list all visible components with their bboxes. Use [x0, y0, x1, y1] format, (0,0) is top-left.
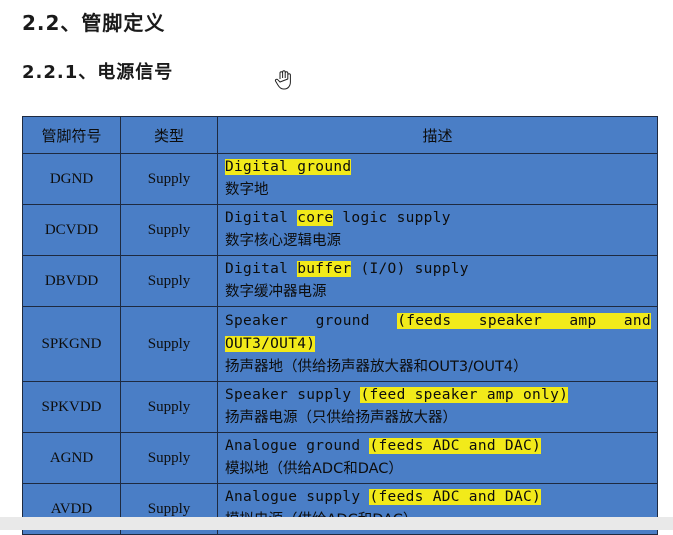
pin-symbol-cell: SPKGND [22, 306, 121, 382]
highlighted-text: (feeds ADC and DAC) [369, 489, 542, 505]
description-en: Speaker supply [225, 387, 361, 403]
description-cell: Analogue ground (feeds ADC and DAC) 模拟地（… [217, 432, 658, 484]
section-heading: 2.2、管脚定义 [22, 11, 166, 35]
description-zh: 数字缓冲器电源 [225, 284, 327, 300]
description-cell: Digital buffer (I/O) supply 数字缓冲器电源 [217, 255, 658, 307]
type-cell: Supply [120, 306, 218, 382]
highlighted-text: (feeds ADC and DAC) [369, 438, 542, 454]
description-zh: 扬声器电源（只供给扬声器放大器） [225, 410, 457, 426]
hand-cursor-icon [274, 70, 291, 90]
highlighted-text: (feed speaker amp only) [360, 387, 569, 403]
column-header-type: 类型 [120, 116, 218, 154]
pin-symbol-cell: SPKVDD [22, 381, 121, 433]
pin-symbol-cell: DGND [22, 153, 121, 205]
table-row: SPKGND Supply Speaker ground (feeds spea… [22, 306, 658, 382]
description-zh: 模拟地（供给ADC和DAC） [225, 461, 403, 477]
description-zh: 扬声器地（供给扬声器放大器和OUT3/OUT4） [225, 358, 528, 375]
description-cell: Speaker ground (feeds speaker amp and OU… [217, 306, 658, 382]
description-cell: Digital ground 数字地 [217, 153, 658, 205]
highlighted-text: Digital ground [225, 159, 352, 175]
power-signal-table: 管脚符号 类型 描述 DGND Supply Digital ground 数字… [22, 116, 658, 535]
highlighted-text: buffer [297, 261, 352, 277]
description-zh: 数字地 [225, 182, 269, 198]
table-row: DBVDD Supply Digital buffer (I/O) supply… [22, 255, 658, 307]
highlighted-text: (feeds speaker amp and [397, 312, 651, 329]
pin-symbol-cell: DCVDD [22, 204, 121, 256]
description-en: Digital [225, 210, 298, 226]
type-cell: Supply [120, 381, 218, 433]
description-zh: 数字核心逻辑电源 [225, 233, 341, 249]
description-en: Analogue supply [225, 489, 370, 505]
type-cell: Supply [120, 432, 218, 484]
table-row: DGND Supply Digital ground 数字地 [22, 153, 658, 205]
table-row: DCVDD Supply Digital core logic supply 数… [22, 204, 658, 256]
type-cell: Supply [120, 153, 218, 205]
pin-symbol-cell: AGND [22, 432, 121, 484]
type-cell: Supply [120, 255, 218, 307]
subsection-heading: 2.2.1、电源信号 [22, 62, 174, 83]
description-en: Digital [225, 261, 298, 277]
table-header-row: 管脚符号 类型 描述 [22, 116, 658, 154]
description-en: Analogue ground [225, 438, 370, 454]
description-cell: Digital core logic supply 数字核心逻辑电源 [217, 204, 658, 256]
page-bottom-edge [0, 517, 673, 530]
description-en: (I/O) supply [351, 261, 469, 277]
pin-symbol-cell: DBVDD [22, 255, 121, 307]
column-header-pin: 管脚符号 [22, 116, 121, 154]
description-en-line: Speaker ground (feeds speaker amp and [225, 310, 651, 333]
table-row: AGND Supply Analogue ground (feeds ADC a… [22, 432, 658, 484]
highlighted-text: core [297, 210, 334, 226]
highlighted-text: OUT3/OUT4) [225, 335, 316, 352]
description-cell: Speaker supply (feed speaker amp only) 扬… [217, 381, 658, 433]
description-en: logic supply [333, 210, 451, 226]
description-en: Speaker ground [225, 312, 398, 329]
column-header-description: 描述 [217, 116, 658, 154]
type-cell: Supply [120, 204, 218, 256]
table-row: SPKVDD Supply Speaker supply (feed speak… [22, 381, 658, 433]
